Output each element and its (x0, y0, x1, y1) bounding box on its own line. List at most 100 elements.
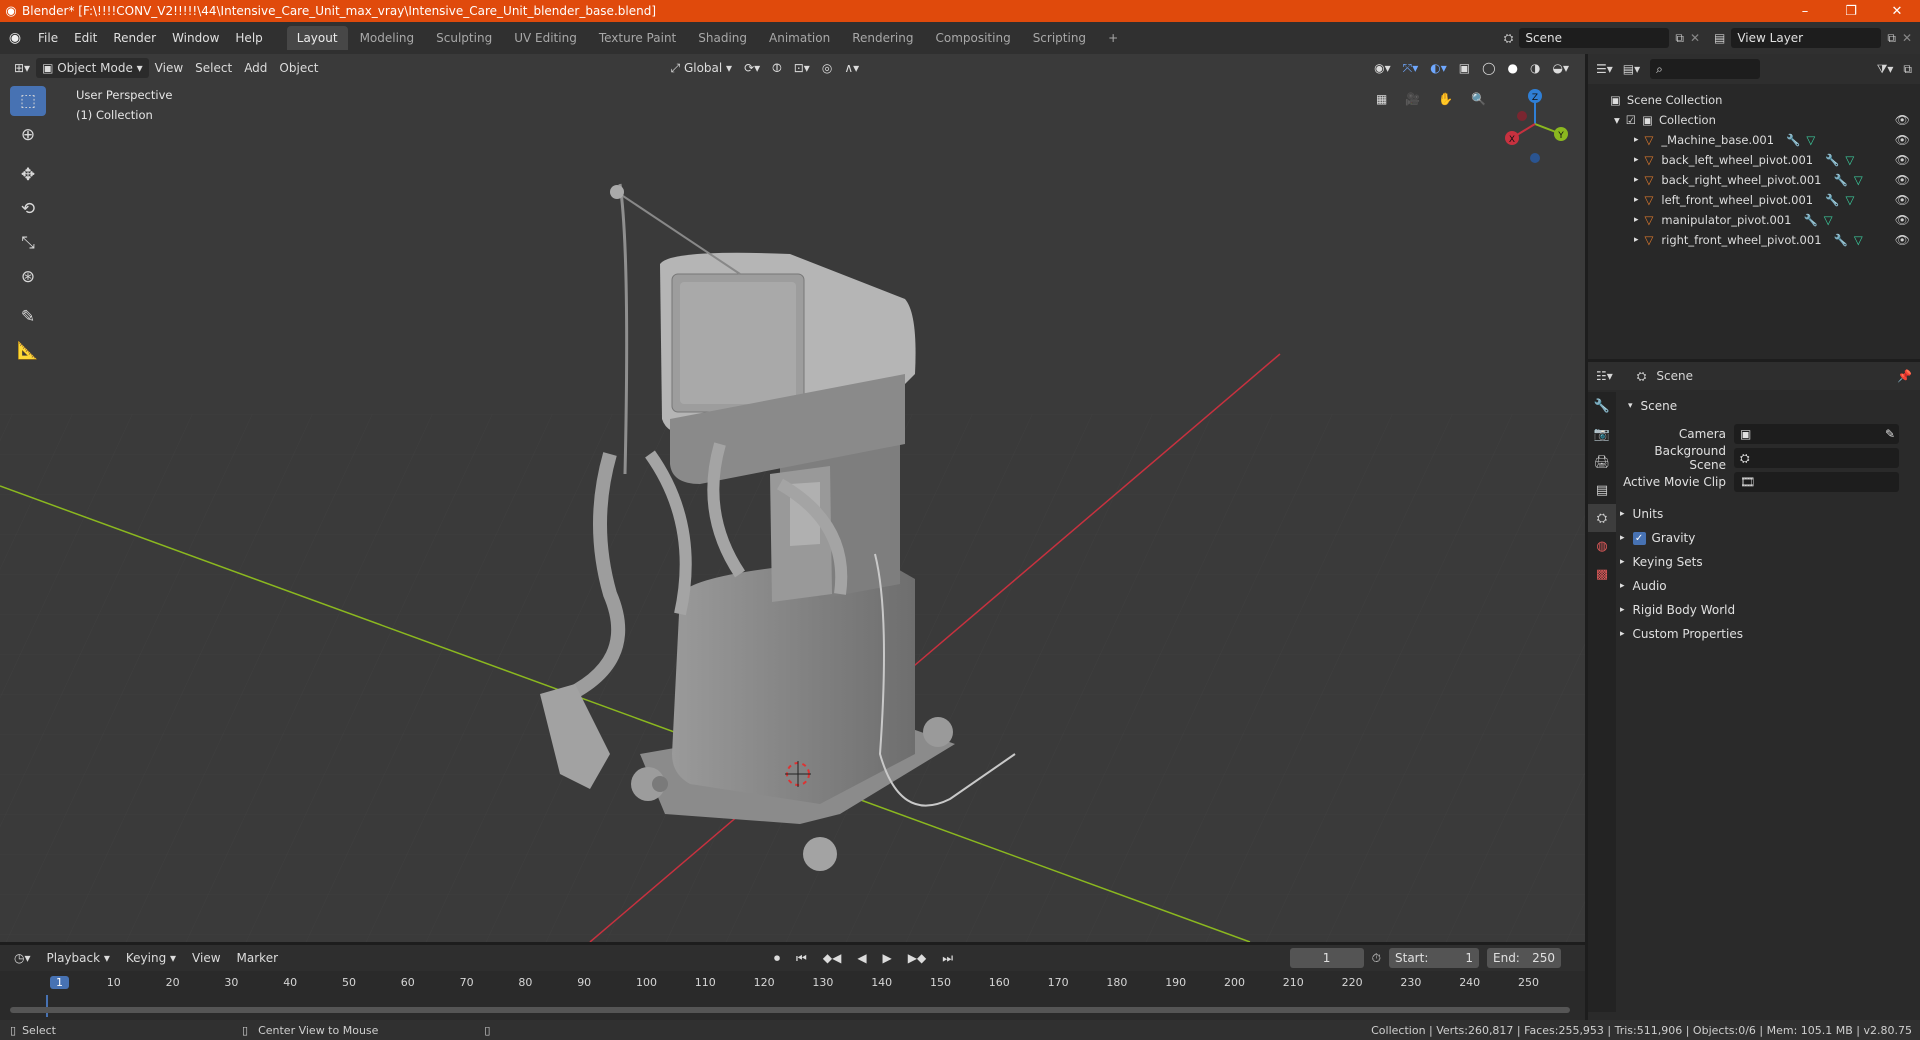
tab-uv-editing[interactable]: UV Editing (504, 26, 587, 50)
mesh-data-icon[interactable]: ▽ (1854, 173, 1863, 187)
new-view-layer-icon[interactable]: ⧉ (1887, 31, 1896, 46)
proportional-edit-icon[interactable]: ◎ (816, 58, 838, 78)
jump-start-icon[interactable]: ⏮ (790, 948, 813, 968)
tab-modeling[interactable]: Modeling (350, 26, 425, 50)
eye-icon[interactable]: 👁 (1895, 233, 1910, 247)
overlay-toggle-icon[interactable]: ◐▾ (1424, 58, 1453, 78)
wireframe-shading-icon[interactable]: ◯ (1476, 58, 1501, 78)
outliner-item[interactable]: ▸ ▽ manipulator_pivot.001 🔧 ▽ 👁 (1588, 210, 1920, 230)
zoom-view-icon[interactable]: 🔍 (1465, 89, 1492, 109)
play-reverse-icon[interactable]: ◀ (851, 948, 872, 968)
jump-end-icon[interactable]: ⏭ (936, 948, 959, 968)
keying-sets-panel-header[interactable]: ▸ Keying Sets (1620, 550, 1916, 574)
expand-arrow-icon[interactable]: ▾ (1614, 113, 1620, 127)
mesh-data-icon[interactable]: ▽ (1806, 133, 1815, 147)
frame-ruler[interactable]: 1 10 20 30 40 50 60 70 80 90 100 110 120 130 140 150 160… (0, 973, 1585, 995)
blender-menu-icon[interactable]: ◉ (0, 30, 30, 46)
falloff-icon[interactable]: ∧▾ (838, 58, 865, 78)
eyedropper-icon[interactable]: ✎ (1885, 427, 1895, 441)
eye-icon[interactable]: 👁 (1895, 153, 1910, 167)
output-tab-icon[interactable]: 🖨 (1588, 448, 1616, 476)
view-layer-selector[interactable]: View Layer (1731, 28, 1882, 48)
outliner-item[interactable]: ▸ ▽ _Machine_base.001 🔧 ▽ 👁 (1588, 130, 1920, 150)
pan-view-icon[interactable]: ✋ (1432, 89, 1459, 109)
eye-icon[interactable]: 👁 (1895, 193, 1910, 207)
end-frame-field[interactable]: End: 250 (1487, 948, 1561, 968)
mode-selector[interactable]: ▣ Object Mode ▾ (36, 58, 149, 78)
outliner-item[interactable]: ▸ ▽ back_left_wheel_pivot.001 🔧 ▽ 👁 (1588, 150, 1920, 170)
expand-arrow-icon[interactable]: ▾ (1628, 401, 1633, 411)
expand-arrow-icon[interactable]: ▸ (1620, 509, 1625, 519)
new-scene-icon[interactable]: ⧉ (1675, 31, 1684, 46)
close-button[interactable]: ✕ (1874, 0, 1920, 22)
scene-tab-icon[interactable]: ⛭ (1588, 504, 1616, 532)
prev-keyframe-icon[interactable]: ◆◀ (817, 948, 847, 968)
expand-arrow-icon[interactable]: ▸ (1620, 557, 1625, 567)
solid-shading-icon[interactable]: ● (1502, 58, 1524, 78)
units-panel-header[interactable]: ▸ Units (1620, 502, 1916, 526)
playback-menu[interactable]: Playback ▾ (41, 948, 116, 968)
toggle-camera-grid-icon[interactable]: ▦ (1370, 89, 1393, 109)
pivot-point-icon[interactable]: ⟳▾ (738, 58, 766, 78)
rotate-tool-icon[interactable]: ⟲ (10, 194, 46, 224)
filter-icon[interactable]: ⧩▾ (1877, 62, 1894, 77)
minimize-button[interactable]: – (1782, 0, 1828, 22)
eye-icon[interactable]: 👁 (1895, 213, 1910, 227)
expand-arrow-icon[interactable]: ▸ (1634, 135, 1639, 145)
current-frame-field[interactable]: 1 (1289, 948, 1364, 968)
menu-file[interactable]: File (30, 31, 66, 45)
start-frame-field[interactable]: Start: 1 (1389, 948, 1479, 968)
timeline-scrollbar[interactable] (10, 1007, 1570, 1013)
expand-arrow-icon[interactable]: ▸ (1620, 581, 1625, 591)
add-menu[interactable]: Add (238, 58, 273, 78)
view-layer-tab-icon[interactable]: ▤ (1588, 476, 1616, 504)
modifier-icon[interactable]: 🔧 (1825, 193, 1839, 207)
scale-tool-icon[interactable]: ⤡ (10, 228, 46, 258)
select-menu[interactable]: Select (189, 58, 238, 78)
scene-collection-row[interactable]: ▣ Scene Collection (1588, 90, 1920, 110)
mesh-data-icon[interactable]: ▽ (1824, 213, 1833, 227)
world-tab-icon[interactable]: ◍ (1588, 532, 1616, 560)
marker-menu[interactable]: Marker (231, 948, 284, 968)
delete-view-layer-icon[interactable]: ✕ (1902, 31, 1912, 45)
display-mode-icon[interactable]: ▤▾ (1623, 62, 1640, 76)
move-tool-icon[interactable]: ✥ (10, 160, 46, 190)
transform-orientation-selector[interactable]: ⤢ Global ▾ (665, 58, 739, 78)
delete-scene-icon[interactable]: ✕ (1690, 31, 1700, 45)
outliner-search-input[interactable]: ⌕ (1650, 59, 1761, 79)
material-shading-icon[interactable]: ◑ (1524, 58, 1546, 78)
snap-icon[interactable]: ⦷ (766, 58, 788, 78)
select-box-tool-icon[interactable]: ⬚ (10, 86, 46, 116)
expand-arrow-icon[interactable]: ▸ (1620, 605, 1625, 615)
keying-menu[interactable]: Keying ▾ (120, 948, 182, 968)
menu-render[interactable]: Render (105, 31, 164, 45)
camera-view-icon[interactable]: 🎥 (1399, 89, 1426, 109)
tab-compositing[interactable]: Compositing (925, 26, 1020, 50)
xray-icon[interactable]: ▣ (1453, 58, 1476, 78)
eye-icon[interactable]: 👁 (1895, 113, 1910, 127)
modifier-icon[interactable]: 🔧 (1803, 213, 1817, 227)
gravity-panel-header[interactable]: ▸ ✓ Gravity (1620, 526, 1916, 550)
tab-rendering[interactable]: Rendering (842, 26, 923, 50)
audio-panel-header[interactable]: ▸ Audio (1620, 574, 1916, 598)
object-menu[interactable]: Object (273, 58, 324, 78)
tab-shading[interactable]: Shading (688, 26, 757, 50)
3d-viewport[interactable]: ⊞▾ ▣ Object Mode ▾ View Select Add Objec… (0, 54, 1585, 942)
cursor-tool-icon[interactable]: ⊕ (10, 120, 46, 150)
modifier-icon[interactable]: 🔧 (1825, 153, 1839, 167)
record-icon[interactable]: ⏺ (768, 948, 786, 968)
menu-edit[interactable]: Edit (66, 31, 105, 45)
visibility-icon[interactable]: ◉▾ (1368, 58, 1397, 78)
maximize-button[interactable]: ❐ (1828, 0, 1874, 22)
timeline-view-menu[interactable]: View (186, 948, 226, 968)
measure-tool-icon[interactable]: 📐 (10, 336, 46, 366)
tab-scripting[interactable]: Scripting (1023, 26, 1096, 50)
tab-sculpting[interactable]: Sculpting (426, 26, 502, 50)
expand-arrow-icon[interactable]: ▸ (1634, 235, 1639, 245)
annotate-tool-icon[interactable]: ✎ (10, 302, 46, 332)
eye-icon[interactable]: 👁 (1895, 133, 1910, 147)
rigid-body-world-panel-header[interactable]: ▸ Rigid Body World (1620, 598, 1916, 622)
expand-arrow-icon[interactable]: ▸ (1634, 175, 1639, 185)
navigation-gizmo[interactable]: Z Y X (1495, 86, 1575, 166)
expand-arrow-icon[interactable]: ▸ (1634, 155, 1639, 165)
